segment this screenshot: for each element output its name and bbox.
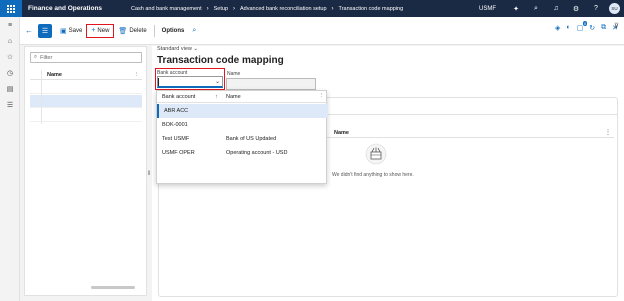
bank-account-lookup: Bank account ↑ Name ⋮ ABR ACC BOK-0001 T… <box>156 90 328 184</box>
bell-icon[interactable]: ♫ <box>546 0 566 17</box>
delete-button[interactable]: 🗑 Delete <box>114 24 150 38</box>
list-item[interactable] <box>30 95 142 108</box>
search-icon[interactable]: ⌕ <box>526 0 546 17</box>
lookup-row[interactable]: BOK-0001 <box>157 118 328 132</box>
lookup-name: Operating account - USD <box>226 150 288 156</box>
column-header-name[interactable]: Name <box>226 94 241 100</box>
hamburger-icon[interactable]: ≡ <box>0 17 20 33</box>
open-new-window-icon[interactable]: ⧉ <box>601 24 606 32</box>
more-icon[interactable]: ⋮ <box>134 72 140 78</box>
action-search-button[interactable]: ⌕ <box>188 24 200 38</box>
column-header-name[interactable]: Name <box>47 72 62 78</box>
splitter-handle[interactable]: ‖ <box>148 171 150 177</box>
action-pane: ← ☰ ▣ Save + New 🗑 Delete Options ⌕ ◈ ◐ … <box>20 17 624 45</box>
diamond-icon[interactable]: ◈ <box>555 24 560 32</box>
name-field[interactable] <box>226 78 316 90</box>
breadcrumb: Cash and bank management › Setup › Advan… <box>126 6 408 12</box>
bank-account-field[interactable] <box>157 76 223 88</box>
workspace-icon[interactable]: ▤ <box>0 81 20 97</box>
breadcrumb-item[interactable]: Transaction code mapping <box>334 6 409 12</box>
search-icon: ⌕ <box>34 54 38 60</box>
action-pane-right: ◈ ◐ ▢ 0 ↻ ⧉ ✕ <box>555 21 618 32</box>
nav-rail: ≡ ⌂ ☆ ◷ ▤ ☰ <box>0 17 20 301</box>
delete-label: Delete <box>129 27 147 34</box>
list-item[interactable] <box>30 109 142 122</box>
avatar[interactable]: SU <box>609 3 620 14</box>
lookup-row[interactable]: Test USMF Bank of US Updated <box>157 132 328 146</box>
top-right-controls: USMF ✦ ⌕ ♫ ⚙ ? SU <box>479 0 624 17</box>
lookup-header: Bank account ↑ Name ⋮ <box>157 91 328 103</box>
column-header-bank-account[interactable]: Bank account <box>162 94 195 100</box>
waffle-icon <box>7 4 15 13</box>
trash-icon: 🗑 <box>118 27 128 35</box>
options-tab[interactable]: Options <box>158 24 189 38</box>
star-icon[interactable]: ☆ <box>0 49 20 65</box>
home-icon[interactable]: ⌂ <box>0 33 20 49</box>
lookup-row[interactable]: ABR ACC <box>157 104 328 118</box>
back-arrow-icon[interactable]: ← <box>20 22 38 40</box>
text-cursor <box>158 78 159 86</box>
filter-placeholder: Filter <box>40 54 53 61</box>
new-button[interactable]: + New <box>86 23 115 38</box>
clock-icon[interactable]: ◷ <box>0 65 20 81</box>
column-divider <box>41 70 42 124</box>
list-panel: ⌕ Filter Name ⋮ <box>24 46 147 296</box>
attachment-icon[interactable]: ▢ 0 <box>577 21 588 32</box>
lookup-account: ABR ACC <box>164 108 189 114</box>
help-icon[interactable]: ? <box>586 0 606 17</box>
list-toggle-button[interactable]: ☰ <box>38 23 52 38</box>
save-button[interactable]: ▣ Save <box>56 24 86 38</box>
company-picker[interactable]: USMF <box>479 6 496 12</box>
page-title: Transaction code mapping <box>157 55 284 66</box>
new-label: New <box>97 27 110 34</box>
sort-ascending-icon[interactable]: ↑ <box>215 94 218 100</box>
gear-icon[interactable]: ⚙ <box>566 0 586 17</box>
plus-icon: + <box>91 27 96 34</box>
breadcrumb-item[interactable]: Setup <box>209 6 233 12</box>
office-icon[interactable]: ◐ <box>566 24 570 32</box>
list-icon[interactable]: ☰ <box>0 97 20 113</box>
lookup-account: USMF OPER <box>162 150 195 156</box>
lookup-name: Bank of US Updated <box>226 136 277 142</box>
list-item[interactable] <box>30 81 142 94</box>
search-icon: ⌕ <box>192 26 197 34</box>
refresh-icon[interactable]: ↻ <box>589 24 595 32</box>
chevron-down-icon[interactable]: ⌄ <box>215 78 220 85</box>
save-label: Save <box>68 27 83 34</box>
empty-state-message: We didn't find anything to show here. <box>332 172 414 178</box>
app-title[interactable]: Finance and Operations <box>22 5 126 12</box>
save-icon: ▣ <box>60 27 67 35</box>
name-label: Name <box>227 71 241 77</box>
filter-funnel-icon[interactable]: ⊽ <box>614 22 619 30</box>
copilot-icon[interactable]: ✦ <box>506 0 526 17</box>
breadcrumb-item[interactable]: Advanced bank reconciliation setup <box>235 6 332 12</box>
app-launcher-button[interactable] <box>0 0 22 17</box>
view-selector[interactable]: Standard view ⌄ <box>157 46 198 52</box>
top-nav-bar: Finance and Operations Cash and bank man… <box>0 0 624 17</box>
more-icon[interactable]: ⋮ <box>319 93 325 99</box>
horizontal-scrollbar[interactable] <box>91 286 135 289</box>
breadcrumb-item[interactable]: Cash and bank management <box>126 6 207 12</box>
chevron-down-icon: ⌄ <box>193 46 198 52</box>
empty-state-icon <box>365 143 387 165</box>
filter-input[interactable]: ⌕ Filter <box>30 52 142 63</box>
divider <box>153 24 155 37</box>
column-header-name[interactable]: Name <box>334 130 349 136</box>
lookup-account: BOK-0001 <box>162 122 188 128</box>
notification-badge: 0 <box>583 21 588 26</box>
view-label: Standard view <box>157 46 192 52</box>
lookup-account: Test USMF <box>162 136 190 142</box>
lookup-row[interactable]: USMF OPER Operating account - USD <box>157 146 328 160</box>
list-header: Name ⋮ <box>30 70 142 80</box>
more-icon[interactable]: ⋮ <box>605 129 611 136</box>
